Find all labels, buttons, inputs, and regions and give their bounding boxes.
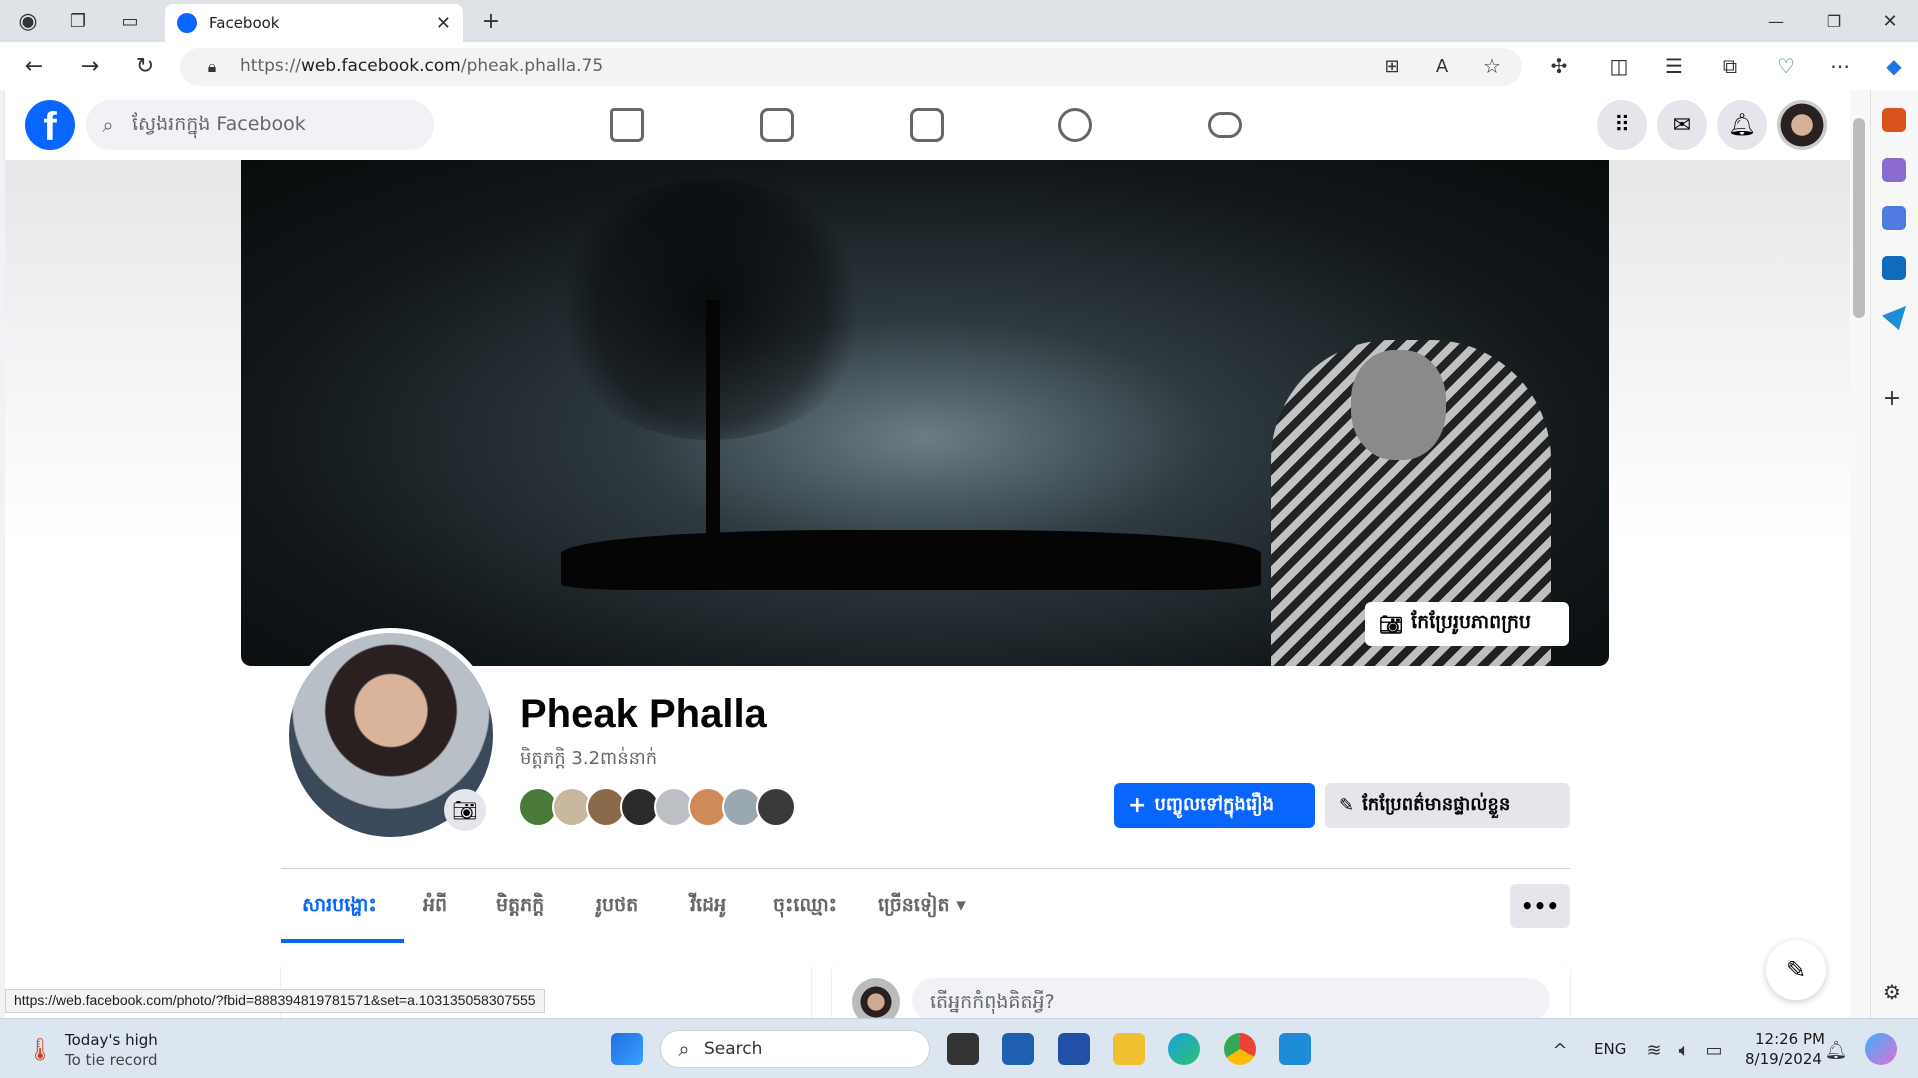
avatar-camera-icon[interactable]: 📷︎	[444, 789, 486, 831]
thermometer-icon[interactable]: 🌡︎	[26, 1036, 54, 1064]
volume-icon[interactable]: 🔈︎	[1670, 1036, 1698, 1064]
language-indicator[interactable]: ENG	[1594, 1040, 1626, 1058]
start-windows-icon[interactable]	[611, 1033, 643, 1065]
pencil-icon: ✎	[1339, 795, 1355, 816]
active-tab-indicator	[281, 939, 404, 943]
new-message-icon[interactable]: ✎	[1766, 940, 1826, 1000]
more-options-button[interactable]: •••	[1510, 884, 1570, 928]
cover-person-head	[1351, 350, 1446, 460]
tab-about[interactable]: អំពី	[423, 893, 447, 921]
sidebar-settings-icon[interactable]: ⚙	[1878, 978, 1906, 1006]
copilot-icon[interactable]: ◆	[1880, 52, 1908, 80]
edge-icon[interactable]	[1168, 1033, 1200, 1065]
notifications-bell-icon[interactable]: 🔔︎	[1717, 100, 1767, 150]
minimize-icon[interactable]: —	[1762, 7, 1790, 35]
cover-floating-island	[561, 530, 1261, 590]
refresh-icon[interactable]: ↻	[131, 52, 159, 80]
composer-placeholder: តើអ្នកកំពុងគិតអ្វី?	[930, 991, 1055, 1013]
groups-icon[interactable]	[1058, 108, 1092, 142]
notification-icon[interactable]: 🔔︎	[1822, 1036, 1850, 1064]
search-placeholder: ស្វែងរកក្នុង Facebook	[132, 113, 306, 135]
browser-essentials-icon[interactable]: ♡	[1772, 52, 1800, 80]
status-bar-url: https://web.facebook.com/photo/?fbid=888…	[5, 989, 545, 1013]
weather-title[interactable]: Today's high	[65, 1031, 158, 1049]
plus-icon: +	[1128, 793, 1147, 818]
wifi-icon[interactable]: ≋	[1640, 1036, 1668, 1064]
chrome-icon[interactable]	[1224, 1033, 1256, 1065]
cover-photo[interactable]	[241, 160, 1609, 666]
friend-count[interactable]: មិត្តភក្តិ 3.2ពាន់នាក់	[520, 746, 657, 773]
favorites-icon[interactable]: ☰	[1660, 52, 1688, 80]
favorite-star-icon[interactable]: ☆	[1478, 52, 1506, 80]
tab-title: Facebook	[209, 14, 280, 32]
facebook-favicon-icon	[177, 13, 197, 33]
settings-more-icon[interactable]: ⋯	[1826, 52, 1854, 80]
forward-icon[interactable]: →	[76, 52, 104, 80]
marketplace-icon[interactable]	[910, 108, 944, 142]
teams-icon[interactable]	[1058, 1033, 1090, 1065]
edit-cover-label: កែប្រែរូបភាពក្រប	[1411, 611, 1531, 633]
gaming-icon[interactable]	[1208, 112, 1242, 138]
battery-icon[interactable]: ▭	[1700, 1036, 1728, 1064]
tab-facebook[interactable]: Facebook ✕	[165, 4, 463, 42]
extensions-icon[interactable]: ✣	[1545, 52, 1573, 80]
scrollbar-thumb[interactable]	[1853, 118, 1865, 318]
back-icon[interactable]: ←	[20, 52, 48, 80]
add-to-story-button[interactable]: + បញ្ចូលទៅក្នុងរឿង	[1114, 783, 1315, 828]
camera-icon: 📷︎	[1379, 613, 1404, 636]
tools-icon[interactable]	[1882, 108, 1906, 132]
edit-profile-label: កែប្រែពត៌មានផ្ទាល់ខ្លួន	[1362, 794, 1511, 815]
tab-photos[interactable]: រូបថត	[596, 893, 638, 921]
task-view-icon[interactable]	[947, 1033, 979, 1065]
taskbar-search-label: Search	[704, 1039, 763, 1059]
profile-divider	[281, 868, 1570, 869]
messenger-icon[interactable]: ✉	[1657, 100, 1707, 150]
url-text[interactable]: https://web.facebook.com/pheak.phalla.75	[240, 56, 603, 76]
tab-videos[interactable]: វីដេអូ	[690, 893, 726, 921]
tray-chevron-up-icon[interactable]: ^	[1546, 1036, 1574, 1064]
app-available-icon[interactable]: ⊞	[1378, 52, 1406, 80]
edit-profile-button[interactable]: ✎ កែប្រែពត៌មានផ្ទាល់ខ្លួន	[1325, 783, 1570, 828]
weather-subtitle[interactable]: To tie record	[65, 1051, 158, 1069]
clock-time[interactable]: 12:26 PM	[1755, 1030, 1825, 1048]
close-tab-icon[interactable]: ✕	[436, 13, 451, 34]
outlook-icon[interactable]	[1882, 256, 1906, 280]
copilot-taskbar-icon[interactable]	[1865, 1033, 1897, 1065]
close-window-icon[interactable]: ✕	[1876, 7, 1904, 35]
search-icon: ⌕	[102, 113, 114, 137]
new-tab-button[interactable]: +	[477, 7, 505, 35]
vscode-icon[interactable]	[1279, 1033, 1311, 1065]
collections-icon[interactable]: ⧉	[1716, 52, 1744, 80]
taskbar-search-icon: ⌕	[678, 1037, 690, 1061]
edit-cover-button[interactable]: 📷︎ កែប្រែរូបភាពក្រប	[1365, 602, 1569, 646]
split-screen-icon[interactable]: ◫	[1605, 52, 1633, 80]
home-icon[interactable]	[610, 108, 644, 142]
profile-name: Pheak Phalla	[520, 692, 767, 736]
file-explorer-icon[interactable]	[1113, 1033, 1145, 1065]
tab-more[interactable]: ច្រើនទៀត ▾	[878, 893, 966, 921]
tab-posts[interactable]: សារបង្ហោះ	[302, 893, 377, 921]
clock-date[interactable]: 8/19/2024	[1745, 1050, 1822, 1068]
read-aloud-icon[interactable]: A	[1428, 52, 1456, 80]
tab-actions-icon[interactable]: ▭	[116, 7, 144, 35]
menu-grid-icon[interactable]: ⠿	[1597, 100, 1647, 150]
facebook-logo[interactable]: f	[25, 100, 75, 150]
microsoft365-icon[interactable]	[1882, 206, 1906, 230]
lock-icon[interactable]: 🔒︎	[198, 53, 226, 81]
restore-icon[interactable]: ❐	[1820, 7, 1848, 35]
account-avatar[interactable]	[1777, 100, 1827, 150]
store-icon[interactable]	[1002, 1033, 1034, 1065]
games-icon[interactable]	[1882, 158, 1906, 182]
taskbar-search-input[interactable]	[660, 1030, 930, 1068]
add-story-label: បញ្ចូលទៅក្នុងរឿង	[1154, 794, 1275, 815]
tab-friends[interactable]: មិត្តភក្តិ	[496, 893, 544, 921]
workspaces-icon[interactable]: ❐	[64, 7, 92, 35]
add-sidebar-icon[interactable]: +	[1878, 384, 1906, 412]
tab-checkins[interactable]: ចុះឈ្មោះ	[773, 893, 837, 921]
profile-icon[interactable]: ◉	[14, 7, 42, 35]
watch-icon[interactable]	[760, 108, 794, 142]
friend-avatar[interactable]	[756, 787, 796, 827]
